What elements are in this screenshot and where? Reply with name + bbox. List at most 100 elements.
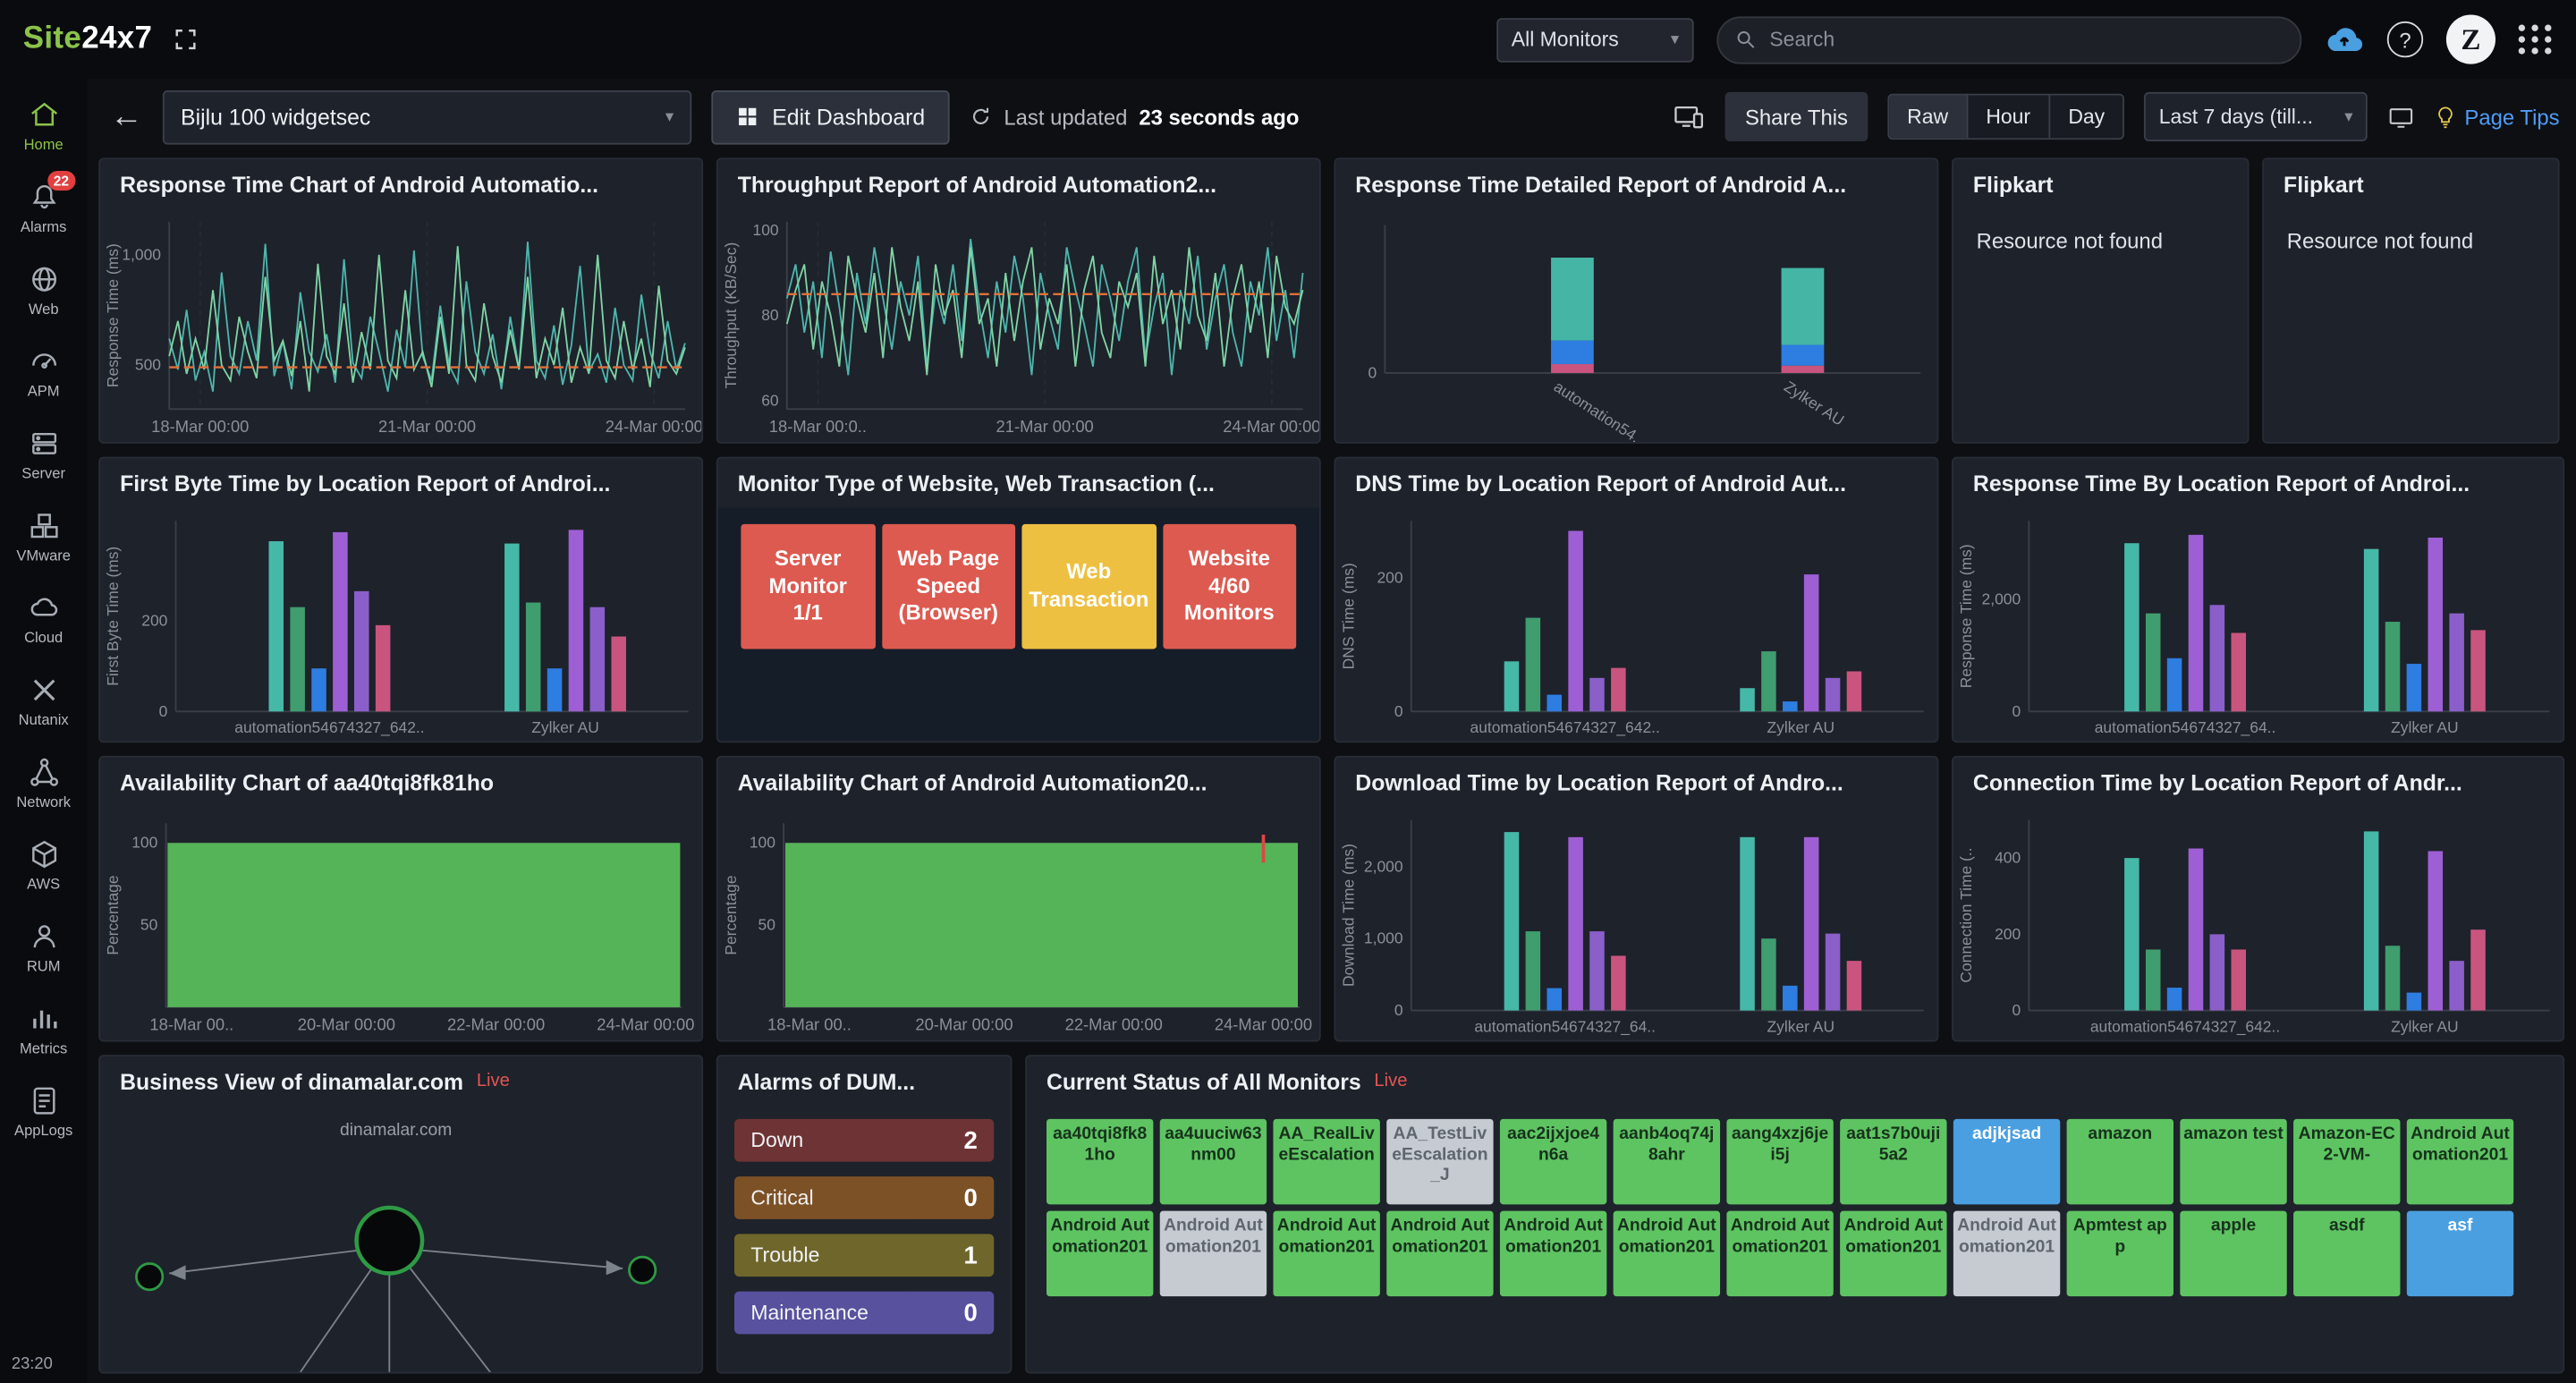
time-range-select[interactable]: Last 7 days (till... ▾ xyxy=(2144,92,2368,141)
monitor-status-tile[interactable]: Android Automation201 xyxy=(1726,1211,1833,1297)
share-this-button[interactable]: Share This xyxy=(1725,92,1868,141)
monitor-status-tile[interactable]: AA_TestLiveEscalation_J xyxy=(1386,1119,1493,1205)
alarm-severity-row[interactable]: Trouble1 xyxy=(734,1234,994,1277)
sidebar-item-web[interactable]: Web xyxy=(0,253,87,327)
monitor-status-tile[interactable]: Android Automation201 xyxy=(1386,1211,1493,1297)
svg-text:22-Mar 00:00: 22-Mar 00:00 xyxy=(447,1015,545,1034)
monitor-type-tile[interactable]: Server Monitor1/1 xyxy=(741,524,875,649)
edit-dashboard-button[interactable]: Edit Dashboard xyxy=(711,89,949,144)
granularity-day[interactable]: Day xyxy=(2048,96,2123,139)
monitor-status-tile[interactable]: aa40tqi8fk81ho xyxy=(1046,1119,1153,1205)
sidebar-item-network[interactable]: Network xyxy=(0,746,87,820)
monitor-status-tile[interactable]: amazon test xyxy=(2180,1119,2286,1205)
monitor-status-tile[interactable]: asdf xyxy=(2293,1211,2400,1297)
throughput-chart-canvas[interactable]: Throughput (KB/Sec)608010018-Mar 00:0..2… xyxy=(718,208,1319,442)
business-view-diagram[interactable]: dinamalar.com xyxy=(100,1109,701,1374)
sidebar-item-server[interactable]: Server xyxy=(0,418,87,492)
sidebar-item-applogs[interactable]: AppLogs xyxy=(0,1074,87,1149)
svg-text:500: 500 xyxy=(135,356,161,374)
monitor-scope-select[interactable]: All Monitors ▾ xyxy=(1496,17,1693,62)
granularity-hour[interactable]: Hour xyxy=(1966,96,2048,139)
sidebar-item-vmware[interactable]: VMware xyxy=(0,499,87,573)
refresh-icon[interactable] xyxy=(970,106,993,129)
monitor-status-tile[interactable]: Android Automation201 xyxy=(1500,1211,1606,1297)
first-byte-chart-canvas[interactable]: First Byte Time (ms)0200automation546743… xyxy=(100,508,701,742)
svg-text:20-Mar 00:00: 20-Mar 00:00 xyxy=(915,1015,1013,1034)
user-avatar[interactable]: Z xyxy=(2446,15,2496,64)
help-icon[interactable]: ? xyxy=(2387,21,2423,57)
business-view-node[interactable] xyxy=(136,1263,162,1289)
globe-icon xyxy=(27,263,60,296)
svg-text:100: 100 xyxy=(750,834,775,852)
monitor-status-tile[interactable]: Android Automation201 xyxy=(2407,1119,2513,1205)
sidebar-item-metrics[interactable]: Metrics xyxy=(0,992,87,1066)
monitor-scope-value: All Monitors xyxy=(1512,28,1619,51)
response-by-location-canvas[interactable]: Response Time (ms)02,000automation546743… xyxy=(1953,508,2563,742)
monitor-type-tile[interactable]: Web Page Speed(Browser) xyxy=(881,524,1015,649)
monitor-status-tile[interactable]: Android Automation201 xyxy=(1840,1211,1946,1297)
sidebar-item-rum[interactable]: RUM xyxy=(0,911,87,985)
response-time-detailed-canvas[interactable]: 0automation54..Zylker AU xyxy=(1335,208,1936,442)
monitor-status-tile[interactable]: aa4uuciw63nm00 xyxy=(1160,1119,1267,1205)
download-time-chart-canvas[interactable]: Download Time (ms)01,0002,000automation5… xyxy=(1335,807,1936,1040)
back-button[interactable]: ← xyxy=(110,100,143,133)
monitor-status-tile[interactable]: Android Automation201 xyxy=(1160,1211,1267,1297)
tv-mode-icon[interactable] xyxy=(2387,105,2415,130)
connection-time-chart-canvas[interactable]: Connection Time (..0200400automation5467… xyxy=(1953,807,2563,1040)
monitor-status-tile[interactable]: asf xyxy=(2407,1211,2513,1297)
svg-text:0: 0 xyxy=(2012,1001,2021,1019)
alarm-severity-row[interactable]: Critical0 xyxy=(734,1176,994,1219)
widget-title: Connection Time by Location Report of An… xyxy=(1973,770,2462,795)
site24x7-logo[interactable]: Site24x7 xyxy=(23,21,153,57)
sidebar-item-alarms[interactable]: 22 Alarms xyxy=(0,171,87,245)
granularity-raw[interactable]: Raw xyxy=(1889,96,1966,139)
alarm-severity-row[interactable]: Maintenance0 xyxy=(734,1292,994,1335)
sidebar-item-apm[interactable]: APM xyxy=(0,335,87,410)
svg-text:2,000: 2,000 xyxy=(1982,590,2021,607)
fullscreen-expand-icon[interactable] xyxy=(172,26,198,52)
monitor-status-tile[interactable]: apple xyxy=(2180,1211,2286,1297)
apps-grid-icon[interactable] xyxy=(2519,25,2554,55)
cloud-sync-icon[interactable] xyxy=(2325,25,2364,55)
business-view-root-node[interactable] xyxy=(357,1208,422,1273)
search-box[interactable] xyxy=(1716,15,2301,63)
widget-title: Throughput Report of Android Automation2… xyxy=(738,172,1216,197)
site24x7-app: Site24x7 All Monitors ▾ ? Z xyxy=(0,0,2576,1383)
page-tips-button[interactable]: Page Tips xyxy=(2435,105,2559,130)
widget-title: Response Time By Location Report of Andr… xyxy=(1973,471,2470,496)
response-time-chart-canvas[interactable]: Response Time (ms)5001,00018-Mar 00:0021… xyxy=(100,208,701,442)
svg-text:0: 0 xyxy=(2012,702,2021,720)
monitor-type-tile[interactable]: Website4/60 Monitors xyxy=(1162,524,1296,649)
sidebar-item-cloud[interactable]: Cloud xyxy=(0,581,87,656)
sidebar-item-aws[interactable]: AWS xyxy=(0,828,87,903)
monitor-status-tile[interactable]: amazon xyxy=(2067,1119,2174,1205)
search-input[interactable] xyxy=(1769,28,2284,51)
availability-chart-canvas-2[interactable]: Percentage5010018-Mar 00..20-Mar 00:0022… xyxy=(718,807,1319,1040)
dashboard-select[interactable]: Bijlu 100 widgetsec ▾ xyxy=(163,89,691,144)
dns-time-chart-canvas[interactable]: DNS Time (ms)0200automation54674327_642.… xyxy=(1335,508,1936,742)
svg-text:0: 0 xyxy=(1394,702,1403,720)
business-view-node[interactable] xyxy=(629,1257,655,1283)
monitor-status-tile[interactable]: aac2ijxjoe4n6a xyxy=(1500,1119,1606,1205)
monitor-status-tile[interactable]: Amazon-EC2-VM- xyxy=(2293,1119,2400,1205)
widget-response-time-detailed: Response Time Detailed Report of Android… xyxy=(1334,157,1938,444)
sidebar-item-nutanix[interactable]: Nutanix xyxy=(0,664,87,738)
monitor-status-tile[interactable]: Android Automation201 xyxy=(1953,1211,2060,1297)
svg-text:18-Mar 00:0..: 18-Mar 00:0.. xyxy=(769,417,867,436)
monitor-status-tile[interactable]: Apmtest app xyxy=(2067,1211,2174,1297)
monitor-status-tile[interactable]: aanb4oq74j8ahr xyxy=(1614,1119,1720,1205)
sidebar-item-home[interactable]: Home xyxy=(0,89,87,163)
monitor-status-tile[interactable]: Android Automation201 xyxy=(1273,1211,1379,1297)
monitor-status-tile[interactable]: adjkjsad xyxy=(1953,1119,2060,1205)
cloud-icon xyxy=(27,591,60,624)
monitor-status-tile[interactable]: Android Automation201 xyxy=(1614,1211,1720,1297)
monitor-status-tile[interactable]: aat1s7b0uji5a2 xyxy=(1840,1119,1946,1205)
responsive-devices-icon[interactable] xyxy=(1673,104,1706,130)
svg-text:Zylker AU: Zylker AU xyxy=(2391,1017,2459,1035)
monitor-type-tile[interactable]: Web Transaction xyxy=(1021,524,1156,649)
availability-chart-canvas-1[interactable]: Percentage5010018-Mar 00..20-Mar 00:0022… xyxy=(100,807,701,1040)
monitor-status-tile[interactable]: aang4xzj6jei5j xyxy=(1726,1119,1833,1205)
monitor-status-tile[interactable]: Android Automation201 xyxy=(1046,1211,1153,1297)
alarm-severity-row[interactable]: Down2 xyxy=(734,1119,994,1162)
monitor-status-tile[interactable]: AA_RealLiveEscalation xyxy=(1273,1119,1379,1205)
